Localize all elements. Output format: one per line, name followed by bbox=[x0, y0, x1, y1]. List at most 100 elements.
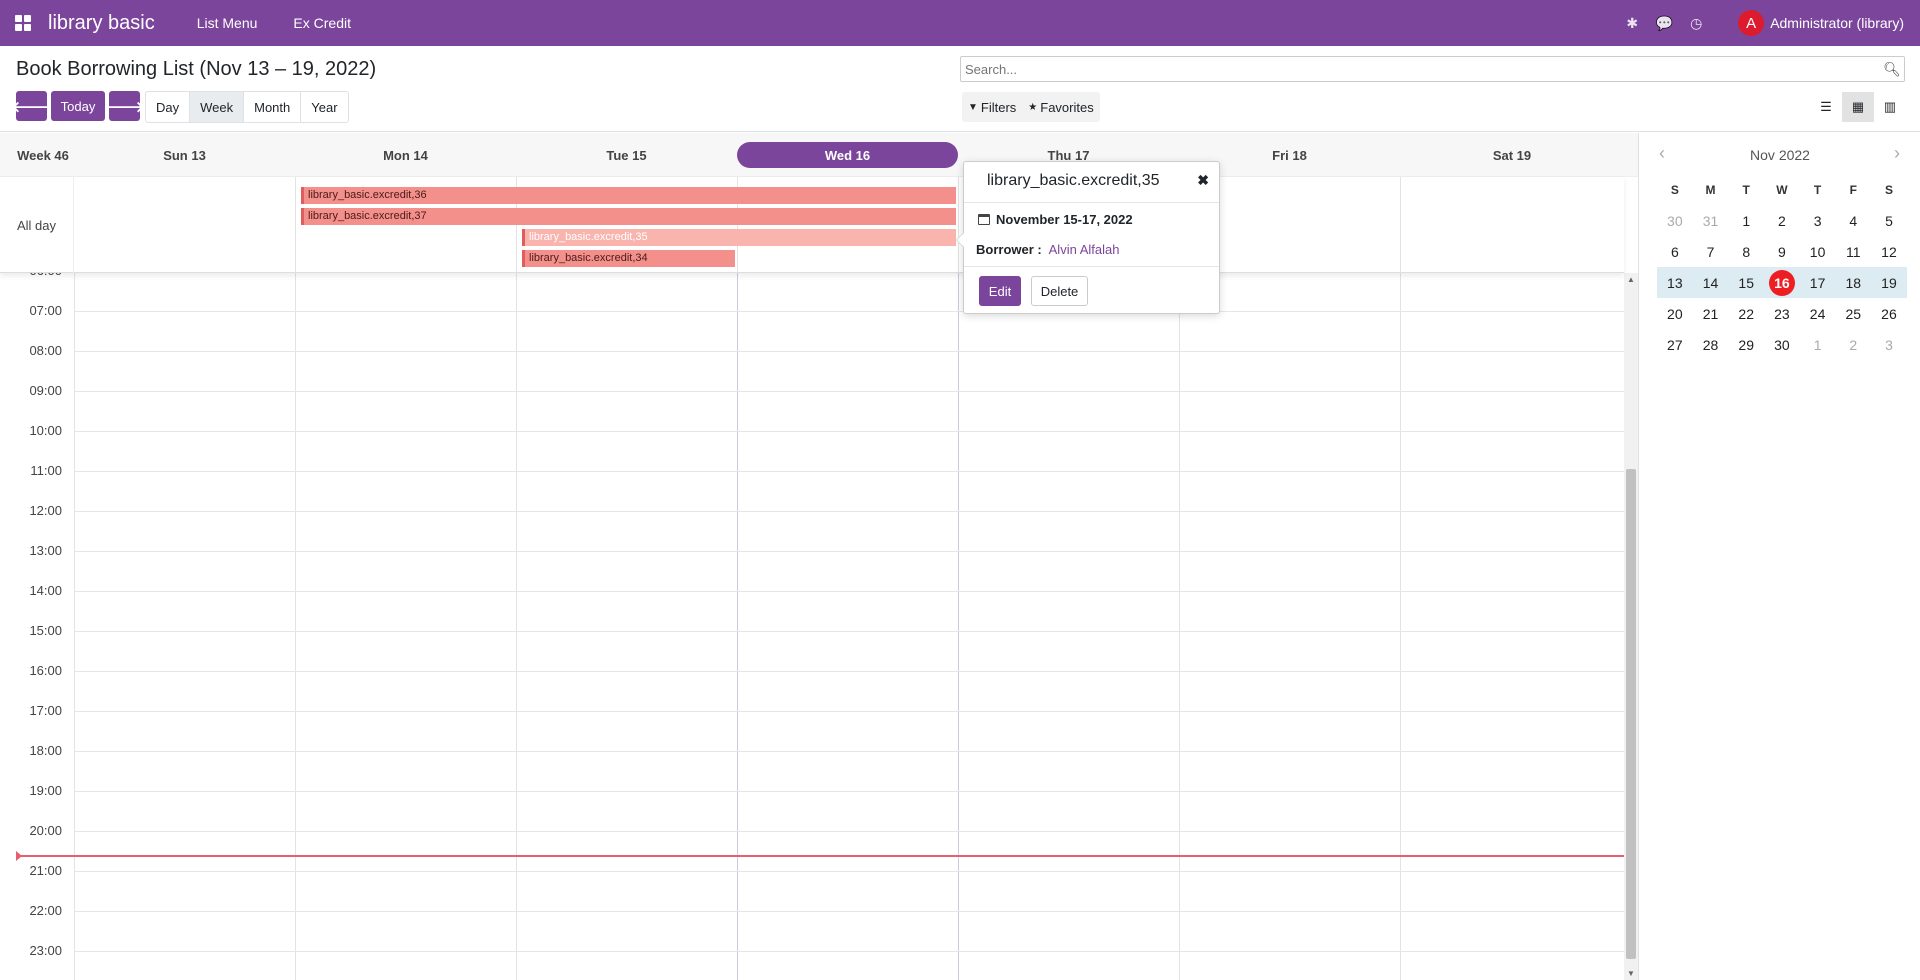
mini-day[interactable]: 3 bbox=[1800, 205, 1836, 236]
mini-day[interactable]: 19 bbox=[1871, 267, 1907, 298]
current-time-line bbox=[18, 855, 1624, 857]
scroll-up-icon[interactable]: ▲ bbox=[1624, 275, 1638, 284]
today-button[interactable]: Today bbox=[51, 91, 105, 121]
mini-day[interactable]: 24 bbox=[1800, 298, 1836, 329]
messages-icon[interactable]: 💬 bbox=[1648, 15, 1680, 32]
scale-month-button[interactable]: Month bbox=[244, 92, 302, 122]
day-header-row: Week 46 Sun 13 Mon 14 Tue 15 Wed 16 Thu 17 Fr… bbox=[0, 133, 1638, 177]
calendar-event[interactable]: library_basic.excredit,35 bbox=[522, 229, 956, 246]
mini-day[interactable]: 29 bbox=[1728, 329, 1764, 360]
page-title: Book Borrowing List (Nov 13 – 19, 2022) bbox=[16, 58, 377, 80]
borrower-label: Borrower : bbox=[976, 242, 1042, 257]
delete-button[interactable]: Delete bbox=[1031, 276, 1088, 306]
arrow-left-icon: 🡐 bbox=[11, 98, 52, 116]
mini-day[interactable]: 17 bbox=[1800, 267, 1836, 298]
menu-list-menu[interactable]: List Menu bbox=[197, 15, 258, 31]
mini-day[interactable]: 7 bbox=[1693, 236, 1729, 267]
favorites-button[interactable]: ★ Favorites bbox=[1022, 92, 1099, 122]
mini-day[interactable]: 13 bbox=[1657, 267, 1693, 298]
previous-button[interactable]: 🡐 bbox=[11, 91, 52, 121]
scale-year-button[interactable]: Year bbox=[301, 92, 347, 122]
hour-label: 16:00 bbox=[29, 663, 62, 678]
search-icon[interactable]: 🔍︎ bbox=[1880, 61, 1904, 78]
search-input[interactable] bbox=[961, 57, 1880, 81]
scale-day-button[interactable]: Day bbox=[146, 92, 191, 122]
activity-clock-icon[interactable]: ◷ bbox=[1680, 15, 1712, 32]
menu-ex-credit[interactable]: Ex Credit bbox=[293, 15, 351, 31]
app-brand[interactable]: library basic bbox=[48, 12, 155, 35]
mini-day[interactable]: 1 bbox=[1728, 205, 1764, 236]
edit-button[interactable]: Edit bbox=[979, 276, 1021, 306]
mini-weekday: S bbox=[1884, 183, 1893, 197]
mini-day[interactable]: 9 bbox=[1764, 236, 1800, 267]
mini-day[interactable]: 2 bbox=[1764, 205, 1800, 236]
mini-day[interactable]: 26 bbox=[1871, 298, 1907, 329]
scale-week-button[interactable]: Week bbox=[190, 92, 245, 122]
mini-day[interactable]: 6 bbox=[1657, 236, 1693, 267]
scroll-down-icon[interactable]: ▼ bbox=[1624, 969, 1638, 978]
mini-day[interactable]: 30 bbox=[1657, 205, 1693, 236]
hour-label: 09:00 bbox=[29, 383, 62, 398]
calendar-event[interactable]: library_basic.excredit,37 bbox=[301, 208, 956, 225]
graph-view-icon[interactable]: ▥ bbox=[1874, 92, 1906, 122]
mini-day[interactable]: 18 bbox=[1835, 267, 1871, 298]
mini-weekday: T bbox=[1813, 183, 1822, 197]
calendar-view-icon[interactable]: ▦ bbox=[1842, 92, 1874, 122]
calendar-icon bbox=[978, 214, 990, 225]
mini-day[interactable]: 11 bbox=[1835, 236, 1871, 267]
mini-day[interactable]: 25 bbox=[1835, 298, 1871, 329]
chevron-right-icon[interactable]: › bbox=[1894, 143, 1900, 164]
control-panel: Book Borrowing List (Nov 13 – 19, 2022) … bbox=[0, 46, 1920, 132]
calendar-event[interactable]: library_basic.excredit,36 bbox=[301, 187, 956, 204]
user-menu[interactable]: A Administrator (library) bbox=[1738, 10, 1904, 36]
hour-label: 11:00 bbox=[30, 463, 62, 478]
next-button[interactable]: 🡒 bbox=[104, 91, 145, 121]
mini-weekday: T bbox=[1742, 183, 1750, 197]
mini-day[interactable]: 27 bbox=[1657, 329, 1693, 360]
mini-day[interactable]: 10 bbox=[1800, 236, 1836, 267]
debug-icon[interactable]: ✱ bbox=[1616, 15, 1648, 32]
mini-day[interactable]: 4 bbox=[1835, 205, 1871, 236]
filters-button[interactable]: ▼ Filters bbox=[962, 92, 1022, 122]
event-popover: library_basic.excredit,35 ✖ November 15-… bbox=[956, 161, 1220, 314]
mini-day-today[interactable]: 16 bbox=[1764, 267, 1800, 298]
mini-calendar: ‹ Nov 2022 › S M T W T F S 30 31 1 2 3 4 5 6 7 8 9 10 11 12 1… bbox=[1638, 133, 1920, 980]
mini-day[interactable]: 23 bbox=[1764, 298, 1800, 329]
mini-day[interactable]: 15 bbox=[1728, 267, 1764, 298]
borrower-link[interactable]: Alvin Alfalah bbox=[1049, 242, 1120, 257]
hour-label: 21:00 bbox=[29, 863, 62, 878]
day-header-1[interactable]: Mon 14 bbox=[295, 133, 516, 177]
mini-day[interactable]: 12 bbox=[1871, 236, 1907, 267]
mini-day[interactable]: 14 bbox=[1693, 267, 1729, 298]
mini-day[interactable]: 5 bbox=[1871, 205, 1907, 236]
mini-day[interactable]: 22 bbox=[1728, 298, 1764, 329]
avatar: A bbox=[1738, 10, 1765, 36]
popover-borrower: Borrower : Alvin Alfalah bbox=[976, 242, 1119, 257]
mini-day[interactable]: 28 bbox=[1693, 329, 1729, 360]
list-view-icon[interactable]: ☰ bbox=[1810, 92, 1842, 122]
day-header-2[interactable]: Tue 15 bbox=[516, 133, 737, 177]
calendar-event[interactable]: library_basic.excredit,34 bbox=[522, 250, 735, 267]
hour-label: 18:00 bbox=[29, 743, 62, 758]
popover-title: library_basic.excredit,35 bbox=[987, 172, 1160, 189]
mini-day[interactable]: 21 bbox=[1693, 298, 1729, 329]
calendar-scrollbar[interactable]: ▲ ▼ bbox=[1624, 273, 1638, 980]
mini-day[interactable]: 20 bbox=[1657, 298, 1693, 329]
mini-day[interactable]: 8 bbox=[1728, 236, 1764, 267]
mini-day[interactable]: 1 bbox=[1800, 329, 1836, 360]
top-navbar: library basic List Menu Ex Credit ✱ 💬 ◷ … bbox=[0, 0, 1920, 46]
close-icon[interactable]: ✖ bbox=[1197, 172, 1209, 189]
mini-day[interactable]: 3 bbox=[1871, 329, 1907, 360]
all-day-label: All day bbox=[0, 177, 74, 273]
mini-day[interactable]: 31 bbox=[1693, 205, 1729, 236]
mini-day[interactable]: 2 bbox=[1835, 329, 1871, 360]
day-header-6[interactable]: Sat 19 bbox=[1400, 133, 1624, 177]
apps-menu-icon[interactable] bbox=[0, 0, 46, 46]
week-calendar: Week 46 Sun 13 Mon 14 Tue 15 Wed 16 Thu 17 Fr… bbox=[0, 133, 1638, 980]
mini-day[interactable]: 30 bbox=[1764, 329, 1800, 360]
hour-label: 15:00 bbox=[29, 623, 62, 638]
day-header-0[interactable]: Sun 13 bbox=[74, 133, 295, 177]
day-header-3[interactable]: Wed 16 bbox=[737, 142, 958, 168]
scrollbar-thumb[interactable] bbox=[1626, 469, 1636, 959]
time-grid[interactable]: 06:00 07:00 08:00 09:00 10:00 11:00 12:00 13:00… bbox=[0, 273, 1624, 980]
